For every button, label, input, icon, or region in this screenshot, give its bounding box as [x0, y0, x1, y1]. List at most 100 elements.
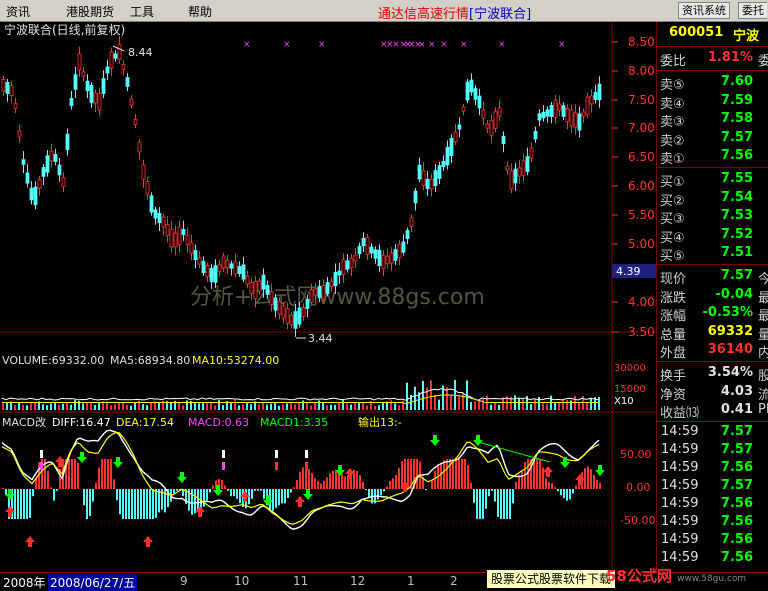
trade-button[interactable]: 委托 — [738, 2, 767, 19]
macd-bar — [239, 489, 241, 503]
volume-bar — [114, 404, 116, 410]
volume-bar — [82, 403, 84, 410]
macd-bar — [425, 489, 427, 491]
candle — [481, 109, 486, 119]
bid-row-label: 买④ — [660, 230, 685, 246]
volume-bar — [502, 397, 504, 410]
macd-bar — [566, 489, 568, 501]
macd-bar — [92, 489, 94, 502]
candle — [205, 264, 210, 278]
candle — [597, 83, 602, 101]
volume-ma5-line — [1, 388, 599, 402]
macd-bar — [233, 489, 235, 497]
candle — [301, 307, 306, 317]
volume-bar — [406, 382, 408, 410]
candle — [145, 181, 150, 195]
volume-bar — [462, 392, 464, 410]
candle — [125, 77, 130, 87]
candle — [1, 79, 6, 92]
volume-bar — [14, 405, 16, 410]
ask-row: 卖④ 7.59 — [657, 93, 768, 112]
candle — [477, 95, 482, 109]
candle — [293, 311, 298, 329]
volume-bar — [342, 400, 344, 410]
volume-bar — [458, 396, 460, 410]
macd-bar — [434, 471, 436, 489]
volume-bar — [322, 402, 324, 410]
app-title: 通达信高速行情[宁波联合] — [378, 7, 532, 22]
volume-bar — [22, 404, 24, 410]
macd-bar — [191, 489, 193, 515]
finance-row-value: 3.54% — [707, 365, 753, 380]
volume-bar — [534, 399, 536, 410]
menu-item-help[interactable]: 帮助 — [188, 3, 212, 20]
volume-bar — [230, 403, 232, 410]
macd1-value: MACD1:3.35 — [260, 416, 328, 429]
volume-bar — [330, 404, 332, 410]
macd-bar — [590, 469, 592, 489]
candle — [281, 305, 286, 319]
volume-ma10: MA10:53274.00 — [192, 354, 279, 367]
volume-bar — [194, 402, 196, 410]
candle — [329, 280, 334, 288]
quote-row-value: -0.53% — [702, 305, 754, 321]
volume-bar — [46, 405, 48, 410]
menu-item-news[interactable]: 资讯 — [6, 3, 30, 20]
macd-bar — [20, 489, 22, 519]
ask-row-label: 卖② — [660, 133, 685, 149]
menu-item-tools[interactable]: 工具 — [130, 3, 154, 20]
macd-bar — [155, 489, 157, 518]
finance-row-label: 换手 — [660, 369, 687, 384]
volume-bar — [518, 397, 520, 410]
macd-bar — [101, 459, 103, 489]
ask-row-label: 卖④ — [660, 96, 685, 112]
tick-row: 14:59 7.56 — [657, 460, 768, 478]
macd-bar — [251, 489, 253, 499]
volume-bar — [50, 403, 52, 410]
candle — [337, 270, 342, 276]
quote-row: 涨跌 -0.04 最 — [657, 286, 768, 306]
candle — [377, 249, 382, 267]
macd-bar — [500, 489, 502, 519]
macd-bar — [335, 470, 337, 489]
app-title-stock: [宁波联合] — [469, 7, 532, 22]
ad-banner[interactable]: 股票公式股票软件下载 — [486, 569, 617, 589]
candle — [317, 285, 322, 299]
macd-bar — [539, 459, 541, 489]
volume-bar — [570, 400, 572, 410]
quote-row: 现价 7.57 今 — [657, 268, 768, 287]
candle — [537, 113, 542, 121]
candle — [297, 307, 302, 325]
candle — [97, 93, 102, 111]
news-system-button[interactable]: 资讯系统 — [678, 2, 730, 19]
quote-row-value: -0.04 — [715, 286, 753, 302]
volume-bar — [438, 399, 440, 410]
macd-bar — [488, 489, 490, 497]
volume-bar — [182, 405, 184, 410]
ask-row: 卖① 7.56 — [657, 148, 768, 167]
macd-bar — [74, 459, 76, 489]
volume-bar — [490, 404, 492, 410]
tick-row: 14:59 7.57 — [657, 478, 768, 496]
chart-area[interactable]: 宁波联合(日线,前复权) 分析+公式网www.88gs.com × × × ××× ××… — [0, 22, 656, 572]
month-label: 1 — [407, 574, 415, 588]
candle — [21, 159, 26, 165]
macd-bar — [194, 489, 196, 514]
volume-bar — [538, 396, 540, 410]
volume-bar — [434, 394, 436, 410]
candle — [357, 245, 362, 255]
candle — [41, 167, 46, 177]
finance-row-label: 净资 — [660, 387, 687, 403]
quote-row: 外盘 36140 内 — [657, 342, 768, 361]
tick-time: 14:59 — [661, 514, 699, 529]
bid-row: 买① 7.55 — [657, 171, 768, 190]
volume-bar — [118, 402, 120, 410]
candle — [173, 232, 178, 248]
menu-item-hk-futures[interactable]: 港股期货 — [66, 3, 114, 20]
volume-bar — [274, 402, 276, 410]
finance-row-extra: PE — [758, 402, 768, 418]
macd-bar — [140, 489, 142, 519]
volume-bar — [66, 402, 68, 410]
finance-row-extra: 股 — [758, 365, 768, 384]
candle — [549, 105, 554, 117]
